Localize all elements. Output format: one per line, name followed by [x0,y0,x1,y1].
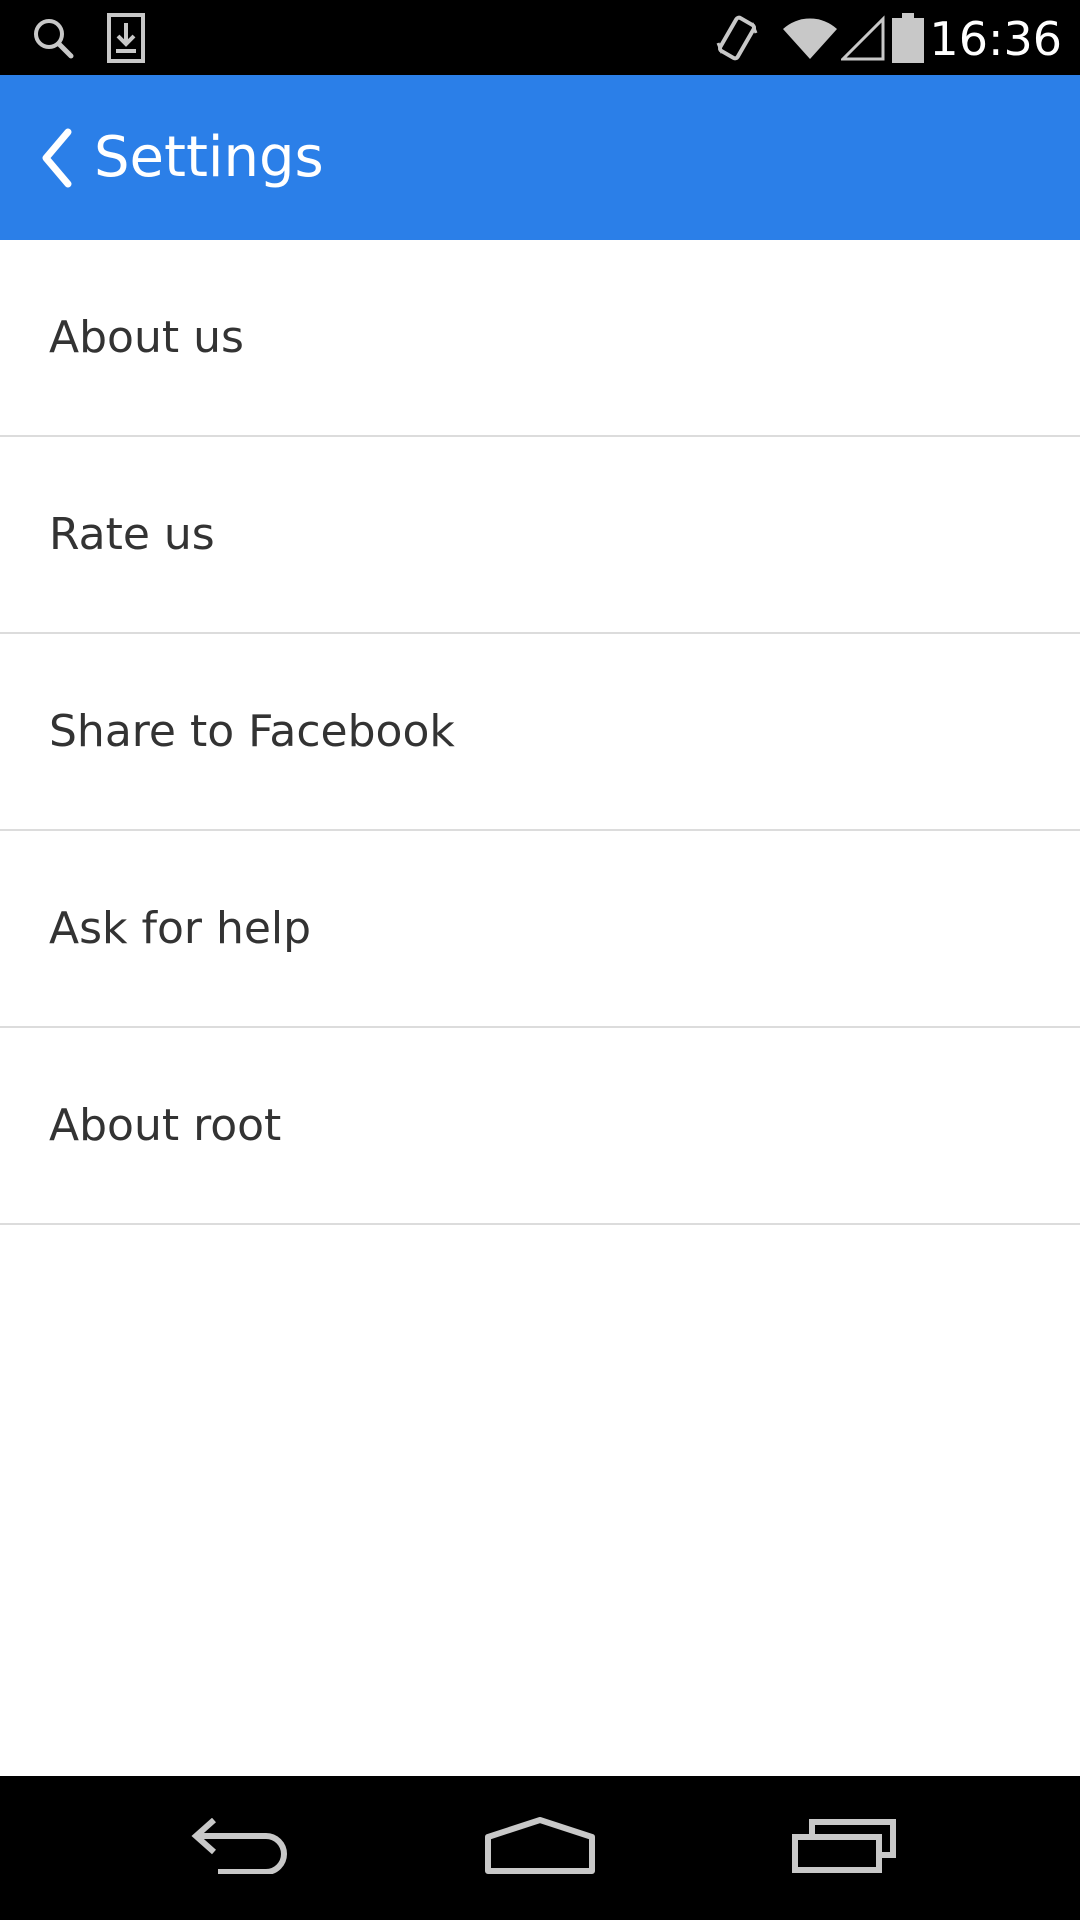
download-icon [104,0,148,75]
app-bar: Settings [0,75,1080,240]
settings-item-label: About us [49,312,244,363]
status-time: 16:36 [929,12,1062,66]
home-icon [484,1816,596,1880]
settings-item-label: Rate us [49,509,215,560]
settings-item-about-us[interactable]: About us [0,240,1080,437]
settings-item-label: Share to Facebook [49,706,455,757]
settings-item-rate-us[interactable]: Rate us [0,437,1080,634]
settings-item-ask-for-help[interactable]: Ask for help [0,831,1080,1028]
search-icon [28,0,78,75]
nav-back-button[interactable] [150,1776,330,1920]
settings-item-about-root[interactable]: About root [0,1028,1080,1225]
nav-recents-button[interactable] [754,1776,934,1920]
back-button[interactable]: Settings [40,75,324,240]
signal-icon [838,0,888,75]
wifi-icon [780,0,840,75]
settings-item-label: Ask for help [49,903,312,954]
chevron-left-icon [40,128,74,188]
vibrate-icon [712,0,762,75]
battery-icon [890,0,926,75]
screen: 16:36 Settings About us Rate us Share to… [0,0,1080,1920]
settings-list: About us Rate us Share to Facebook Ask f… [0,240,1080,1225]
page-title: Settings [94,125,324,190]
navigation-bar [0,1776,1080,1920]
settings-item-share-to-facebook[interactable]: Share to Facebook [0,634,1080,831]
status-bar: 16:36 [0,0,1080,75]
nav-home-button[interactable] [450,1776,630,1920]
settings-item-label: About root [49,1100,282,1151]
back-icon [188,1817,292,1879]
recents-icon [792,1818,896,1878]
